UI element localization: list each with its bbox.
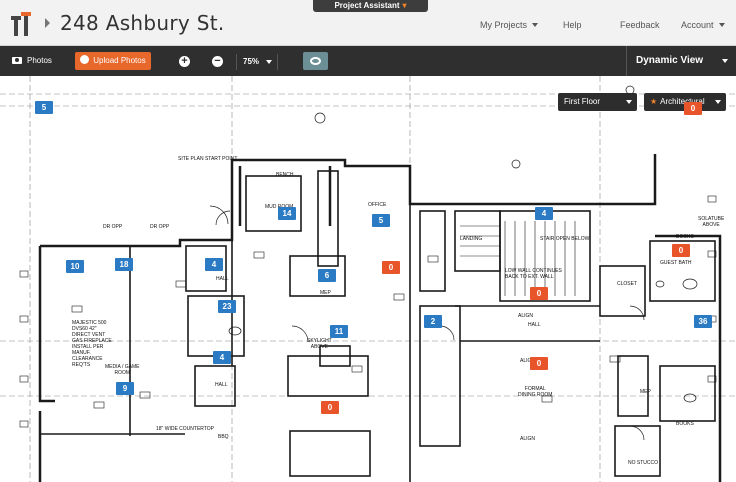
issue-pin[interactable]: 5 (372, 214, 390, 227)
issue-pin[interactable]: 11 (330, 325, 348, 338)
room-label-low-wall: LOW WALL CONTINUES BACK TO EXT. WALL (505, 268, 562, 280)
nav-account[interactable]: Account (681, 20, 725, 30)
upload-photos-button[interactable]: Upload Photos (75, 52, 151, 70)
caret-down-icon (715, 100, 721, 104)
room-label-mep: MEP (640, 389, 651, 395)
issue-pin-open[interactable]: 0 (530, 357, 548, 370)
nav-help[interactable]: Help (563, 20, 582, 30)
room-label-hall: HALL (528, 322, 541, 328)
floor-plan-canvas[interactable]: MUD ROOM OFFICE HALL HALL HALL MEP MEP M… (0, 76, 736, 482)
issue-pin-open[interactable]: 0 (382, 261, 400, 274)
room-label-site-plan: SITE PLAN START POINT (178, 156, 238, 162)
room-label-hall: HALL (216, 276, 229, 282)
upload-label: Upload Photos (93, 56, 146, 65)
project-title: 248 Ashbury St. (60, 11, 225, 35)
room-label-no-stucco: NO STUCCO (628, 460, 658, 466)
zoom-in-button[interactable]: + (179, 56, 190, 67)
room-label-skylight: SKYLIGHT ABOVE (307, 338, 332, 350)
camera-icon (12, 57, 22, 64)
issue-pin-open[interactable]: 0 (530, 287, 548, 300)
issue-pin[interactable]: 10 (66, 260, 84, 273)
nav-account-label: Account (681, 20, 714, 30)
zoom-select[interactable]: 75% (236, 54, 278, 70)
room-label-bench: BENCH (276, 172, 294, 178)
breadcrumb-arrow-icon[interactable] (45, 18, 50, 28)
issue-pin[interactable]: 6 (318, 269, 336, 282)
room-label-closet: CLOSET (617, 281, 638, 287)
issue-pin[interactable]: 14 (278, 207, 296, 220)
photos-label: Photos (27, 56, 52, 65)
issue-pin[interactable]: 2 (424, 315, 442, 328)
room-label-books: BOOKS (676, 234, 694, 240)
caret-down-icon (718, 23, 725, 27)
room-label-countertop: 18" WIDE COUNTERTOP (156, 426, 214, 432)
nav-my-projects-label: My Projects (480, 20, 528, 30)
floor-select[interactable]: First Floor (558, 93, 637, 111)
zoom-out-button[interactable]: − (212, 56, 223, 67)
view-label: Dynamic View (636, 55, 704, 66)
room-label-office: OFFICE (368, 202, 387, 208)
room-label-guest-bath: GUEST BATH (660, 260, 692, 266)
nav-help-label: Help (563, 20, 582, 30)
room-label-dr-opp: DR OPP (150, 224, 170, 230)
issue-pin[interactable]: 9 (116, 382, 134, 395)
room-label-books: BOOKS (676, 421, 694, 427)
room-label-align: ALIGN (520, 436, 536, 442)
nav-my-projects[interactable]: My Projects (480, 20, 539, 30)
issue-pin[interactable]: 36 (694, 315, 712, 328)
nav-feedback-label: Feedback (620, 20, 660, 30)
issue-pin-open[interactable]: 0 (684, 102, 702, 115)
room-label-stair: STAIR OPEN BELOW (540, 236, 590, 242)
issue-pin[interactable]: 4 (213, 351, 231, 364)
photos-button[interactable]: Photos (12, 53, 52, 69)
issue-pin[interactable]: 5 (35, 101, 53, 114)
room-label-fireplace-note: MAJESTIC 500 DVS60 42" DIRECT VENT GAS F… (72, 320, 112, 368)
floor-plan-drawing (0, 76, 736, 482)
room-label-formal-dining: FORMAL DINING ROOM (518, 386, 553, 398)
project-assistant-tab[interactable]: Project Assistant ▾ (313, 0, 428, 12)
issue-pin-open[interactable]: 0 (672, 244, 690, 257)
room-label-dr-opp: DR OPP (103, 224, 123, 230)
floor-select-value: First Floor (564, 97, 600, 106)
visibility-toggle-button[interactable] (303, 52, 328, 70)
caret-down-icon (532, 23, 539, 27)
view-select[interactable]: Dynamic View (626, 46, 736, 76)
issue-pin-open[interactable]: 0 (321, 401, 339, 414)
room-label-align: ALIGN (518, 313, 534, 319)
upload-icon (80, 55, 90, 64)
issue-pin[interactable]: 4 (535, 207, 553, 220)
issue-pin[interactable]: 23 (218, 300, 236, 313)
caret-down-icon (266, 60, 272, 64)
caret-down-icon (722, 59, 728, 63)
room-label-mep: MEP (320, 290, 331, 296)
room-label-landing: LANDING (460, 236, 483, 242)
top-header: 248 Ashbury St. Project Assistant ▾ My Pr… (0, 0, 736, 46)
eye-icon (310, 57, 321, 65)
zoom-value: 75% (243, 57, 260, 66)
project-assistant-label: Project Assistant (334, 1, 400, 10)
room-label-hall: HALL (215, 382, 228, 388)
caret-down-icon (626, 100, 632, 104)
chevron-down-icon: ▾ (402, 1, 407, 10)
issue-pin[interactable]: 18 (115, 258, 133, 271)
issue-pin[interactable]: 4 (205, 258, 223, 271)
star-icon: ★ (650, 97, 658, 106)
room-label-bbq: BBQ (218, 434, 229, 440)
nav-feedback[interactable]: Feedback (620, 20, 660, 30)
logo-icon (11, 12, 31, 36)
room-label-solatube: SOLATUBE ABOVE (698, 216, 725, 228)
